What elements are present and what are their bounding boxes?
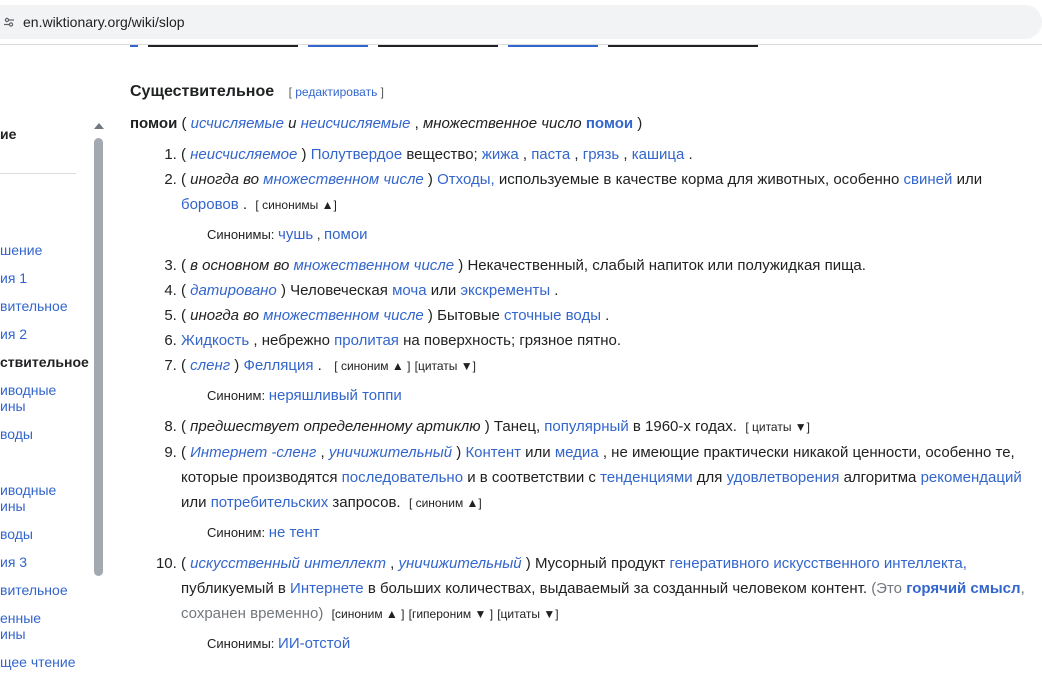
synonym-link[interactable]: чушь [278,226,313,243]
definition-link[interactable]: рекомендаций [921,469,1022,486]
synonyms-line: Синонимы: ИИ-отстой [207,635,351,652]
qualifier-link[interactable]: уничижительный [398,555,521,572]
quotations-toggle[interactable]: [ цитаты ▼] [745,420,810,434]
definition-link[interactable]: Полутвердое [311,146,403,163]
toc-item[interactable]: енные [0,610,41,626]
sense-item: ( сленг ) Фелляция . [ синоним ▲ ] [цита… [181,353,1030,407]
sense-item: ( Интернет -сленг , уничижительный ) Кон… [181,440,1030,544]
qualifier-link[interactable]: исчисляемые [191,115,284,132]
synonym-toggle[interactable]: [ синоним ▲ ] [334,359,410,373]
toc-divider [0,173,76,174]
qualifier-link[interactable]: множественном числе [294,257,455,274]
toc-item-current[interactable]: ствительное [0,354,89,370]
synonym-link[interactable]: помои [324,226,368,243]
synonyms-line: Синонимы: чушь , помои [207,226,368,243]
plural-form-link[interactable]: помои [586,115,633,132]
definition-link[interactable]: моча [392,282,426,299]
edit-section: [ редактировать ] [288,85,385,99]
definition-link[interactable]: грязь [583,146,619,163]
section-heading: Существительное [ редактировать ] [130,80,1030,104]
address-bar: en.wiktionary.org/wiki/slop [0,0,1042,45]
synonym-link[interactable]: неряшливый топпи [269,387,402,404]
sense-item: ( иногда во множественном числе ) Отходы… [181,167,1030,246]
toc-item[interactable]: ия 1 [0,270,27,286]
quotations-toggle[interactable]: [цитаты ▼] [415,359,476,373]
toc-item[interactable]: воды [0,526,33,542]
toc-item[interactable]: воды [0,426,33,442]
synonyms-toggle[interactable]: [ синонимы ▲] [255,198,336,212]
sense-item: ( иногда во множественном числе ) Бытовы… [181,303,1030,328]
definition-link[interactable]: боровов [181,196,239,213]
synonym-link[interactable]: ИИ-отстой [278,635,350,652]
toc-item[interactable]: иводные [0,382,56,398]
sense-item: ( неисчисляемое ) Полутвердое вещество; … [181,142,1030,167]
qualifier-link[interactable]: множественном числе [263,171,424,188]
definition-link[interactable]: медиа [555,444,599,461]
qualifier-link[interactable]: неисчисляемые [301,115,411,132]
synonym-toggle[interactable]: [ синоним ▲] [409,496,482,510]
definition-link[interactable]: Контент [465,444,521,461]
scroll-up-arrow-icon[interactable] [94,123,104,129]
sense-item: ( предшествует определенному артиклю ) Т… [181,414,1030,440]
sense-list: ( неисчисляемое ) Полутвердое вещество; … [130,142,1030,655]
definition-link[interactable]: пролитая [334,332,399,349]
toc-item[interactable]: ия 3 [0,554,27,570]
definition-link[interactable]: генеративного искусственного интеллекта, [669,555,966,572]
quotations-toggle[interactable]: [цитаты ▼] [497,607,558,621]
qualifier-link[interactable]: множественном числе [263,307,424,324]
sense-item: ( искусственный интеллект , уничижительн… [181,551,1030,655]
synonyms-line: Синоним: неряшливый топпи [207,387,402,404]
cut-off-text-line [130,45,810,51]
qualifier-link[interactable]: датировано [190,282,277,299]
qualifier-link[interactable]: неисчисляемое [190,146,297,163]
toc-item[interactable]: вительное [0,298,68,314]
definition-link[interactable]: Отходы, [437,171,495,188]
synonyms-line: Синоним: не тент [207,524,320,541]
qualifier-link[interactable]: уничижительный [329,444,452,461]
definition-link[interactable]: Жидкость [181,332,249,349]
toc-item[interactable]: ины [0,498,26,514]
headword: помои [130,115,178,132]
synonym-link[interactable]: не тент [269,524,320,541]
qualifier-link[interactable]: Интернет -сленг [190,444,316,461]
headword-line: помои ( исчисляемые и неисчисляемые , мн… [130,115,643,132]
definition-link[interactable]: популярный [544,418,628,435]
sense-item: ( датировано ) Человеческая моча или экс… [181,278,1030,303]
definition-link[interactable]: потребительских [211,494,329,511]
definition-link[interactable]: кашица [632,146,685,163]
toc-item[interactable]: ия 2 [0,326,27,342]
synonym-toggle[interactable]: [синоним ▲ ] [332,607,405,621]
table-of-contents-sidebar: ие шение ия 1 вительное ия 2 ствительное… [0,50,106,682]
definition-link[interactable]: паста [531,146,570,163]
edit-section-link[interactable]: редактировать [295,85,377,99]
definition-link[interactable]: экскременты [460,282,550,299]
definition-link[interactable]: Интернете [290,580,364,597]
sense-item: ( в основном во множественном числе ) Не… [181,253,1030,278]
main-content: Существительное [ редактировать ] помои … [130,80,1030,662]
definition-link[interactable]: последовательно [342,469,463,486]
toc-item[interactable]: ины [0,398,26,414]
definition-link[interactable]: жижа [482,146,519,163]
definition-link[interactable]: тенденциями [600,469,693,486]
definition-link[interactable]: свиней [904,171,953,188]
qualifier-link[interactable]: сленг [190,357,230,374]
sidebar-scrollbar-thumb[interactable] [94,138,103,576]
definition-link[interactable]: сточные воды [504,307,601,324]
url-field[interactable]: en.wiktionary.org/wiki/slop [0,5,1042,39]
site-info-icon[interactable] [4,17,14,27]
definition-link[interactable]: Фелляция [243,357,313,374]
qualifier-link[interactable]: искусственный интеллект [190,555,386,572]
toc-item[interactable]: ие [0,126,16,142]
toc-item[interactable]: вительное [0,582,68,598]
toc-item[interactable]: ины [0,626,26,642]
toc-item[interactable]: иводные [0,482,56,498]
section-title: Существительное [130,83,275,100]
url-text[interactable]: en.wiktionary.org/wiki/slop [23,13,185,31]
sense-item: Жидкость , небрежно пролитая на поверхно… [181,328,1030,353]
definition-link[interactable]: удовлетворения [727,469,840,486]
toc-item[interactable]: шение [0,242,42,258]
toc-item[interactable]: щее чтение [0,654,76,670]
hot-sense-link[interactable]: горячий смысл [906,580,1020,597]
hypernym-toggle[interactable]: [гипероним ▼ ] [409,607,493,621]
